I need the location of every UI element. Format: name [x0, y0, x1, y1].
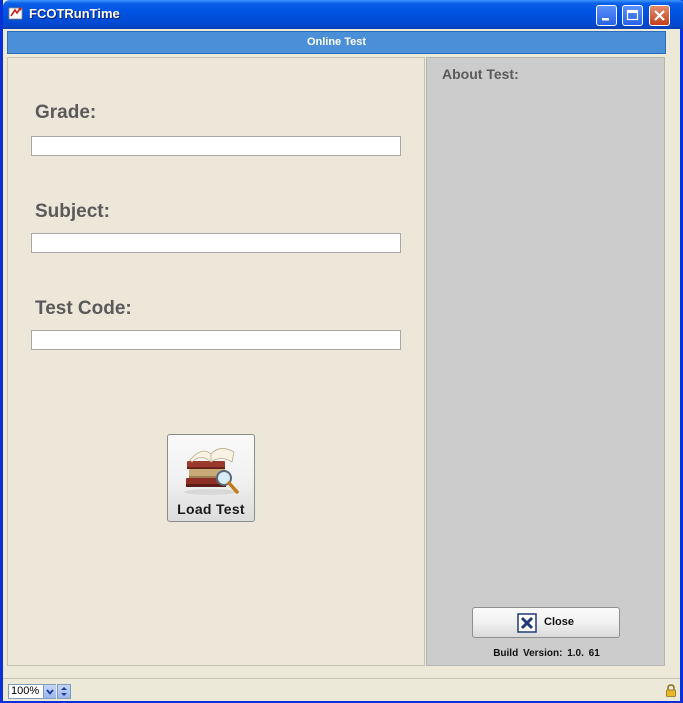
close-button-label: Close — [544, 616, 574, 628]
subject-input[interactable] — [31, 233, 401, 253]
load-test-label: Load Test — [177, 501, 245, 517]
grade-label: Grade: — [35, 102, 97, 123]
app-window: FCOTRunTime Online Test Grade: Subject: … — [0, 0, 683, 703]
status-bar: 100% — [3, 678, 680, 701]
maximize-icon — [626, 9, 639, 21]
title-bar[interactable]: FCOTRunTime — [3, 0, 683, 29]
test-code-label: Test Code: — [35, 298, 132, 319]
app-icon — [8, 7, 23, 20]
minimize-icon — [602, 18, 609, 21]
close-button[interactable]: Close — [472, 607, 620, 638]
about-panel: About Test: Close Build Version: 1.0. 61 — [426, 57, 665, 666]
minimize-button[interactable] — [596, 5, 617, 26]
test-form-panel: Grade: Subject: Test Code: Load Test — [7, 57, 425, 666]
window-title: FCOTRunTime — [29, 6, 120, 21]
build-version: Build Version: 1.0. 61 — [493, 648, 600, 659]
zoom-spinner[interactable] — [57, 684, 71, 699]
books-magnifier-icon — [184, 448, 239, 495]
header-bar: Online Test — [7, 31, 666, 54]
maximize-button[interactable] — [622, 5, 643, 26]
zoom-dropdown-button[interactable] — [43, 685, 56, 698]
test-code-input[interactable] — [31, 330, 401, 350]
about-test-label: About Test: — [442, 66, 519, 82]
close-icon — [654, 10, 665, 21]
load-test-button[interactable]: Load Test — [167, 434, 255, 522]
grade-input[interactable] — [31, 136, 401, 156]
lock-icon — [666, 684, 676, 697]
x-close-icon — [517, 613, 537, 633]
close-window-button[interactable] — [649, 5, 670, 26]
chevron-down-icon — [46, 689, 54, 695]
spinner-arrows-icon — [61, 687, 67, 696]
subject-label: Subject: — [35, 201, 110, 222]
